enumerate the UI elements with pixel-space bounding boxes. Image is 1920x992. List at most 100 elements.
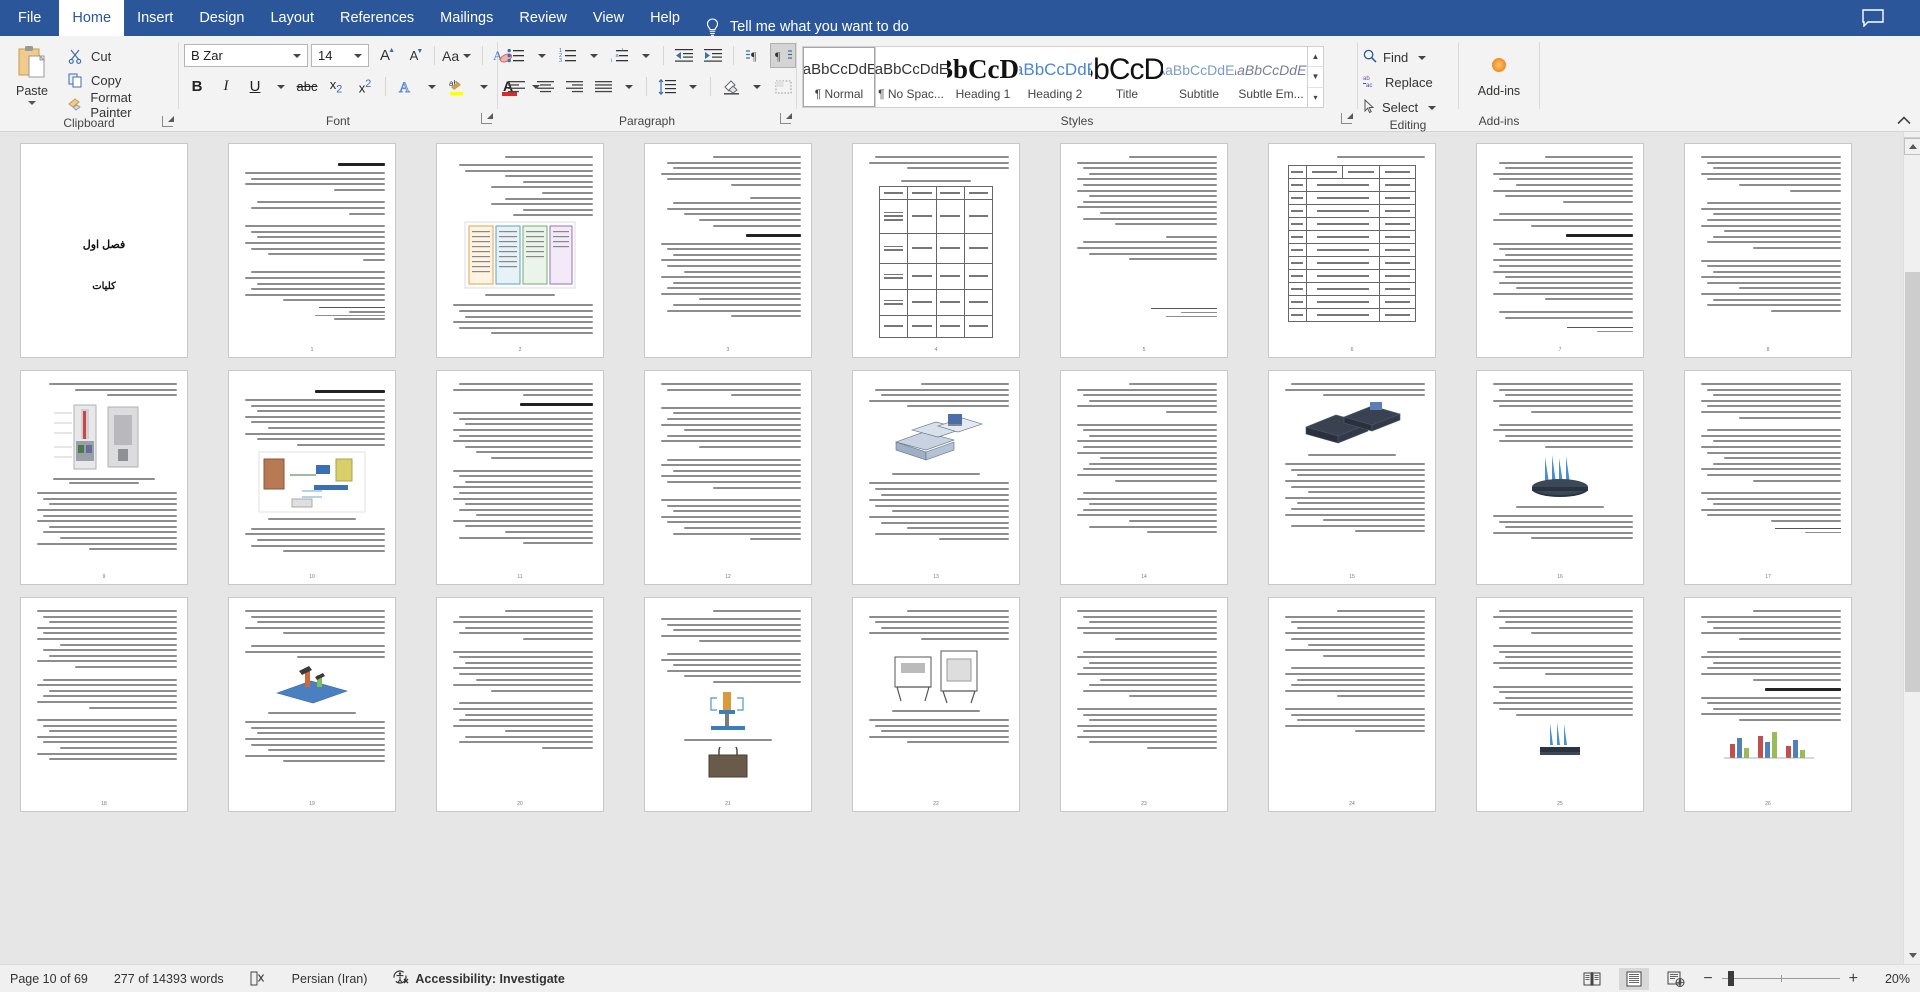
tab-layout[interactable]: Layout [257, 0, 327, 36]
page-thumbnail[interactable]: 4 [852, 143, 1020, 358]
styles-gallery[interactable]: AaBbCcDdEe ¶ Normal AaBbCcDdEe ¶ No Spac… [802, 46, 1324, 108]
right-to-left-icon[interactable]: ¶ [770, 43, 796, 68]
page-thumbnail[interactable]: 3 [644, 143, 812, 358]
vertical-scrollbar[interactable] [1903, 132, 1920, 964]
tab-insert[interactable]: Insert [124, 0, 186, 36]
clipboard-dialog-launcher[interactable] [162, 116, 174, 127]
page-thumbnail[interactable]: فصل اول کلیات [20, 143, 188, 358]
style-item-heading-2[interactable]: AaBbCcDdEe Heading 2 [1019, 47, 1091, 107]
chevron-down-icon[interactable] [354, 53, 362, 58]
proofing-errors-icon[interactable] [250, 971, 266, 986]
style-item-subtitle[interactable]: AaBbCcDdEe Subtitle [1163, 47, 1235, 107]
comment-icon[interactable] [1862, 9, 1884, 28]
justify-chevron-down-icon[interactable] [619, 74, 639, 99]
chevron-down-icon[interactable] [27, 101, 36, 105]
find-chevron-down-icon[interactable] [1418, 55, 1427, 60]
page-thumbnail[interactable]: 9 [20, 370, 188, 585]
font-name-combo[interactable]: B Zar [184, 44, 308, 67]
scroll-up-button[interactable] [1904, 138, 1920, 155]
tab-file[interactable]: File [0, 0, 60, 36]
zoom-slider[interactable]: − + [1703, 970, 1858, 987]
highlight-color-button[interactable]: ab [445, 74, 471, 99]
style-item-normal[interactable]: AaBbCcDdEe ¶ Normal [802, 46, 876, 108]
numbering-chevron-down-icon[interactable] [584, 43, 604, 68]
page-thumbnail[interactable]: 21 [644, 597, 812, 812]
page-thumbnail[interactable]: 11 [436, 370, 604, 585]
style-item-no-spacing[interactable]: AaBbCcDdEe ¶ No Spac... [875, 47, 947, 107]
zoom-thumb[interactable] [1727, 971, 1734, 986]
select-chevron-down-icon[interactable] [1428, 105, 1437, 110]
superscript-button[interactable]: x2 [352, 74, 378, 99]
grow-font-button[interactable]: A ▲ [372, 43, 398, 68]
italic-button[interactable]: I [213, 74, 239, 99]
page-thumbnail[interactable]: 10 [228, 370, 396, 585]
cut-button[interactable]: Cut [67, 47, 173, 66]
text-effects-button[interactable]: A [393, 74, 419, 99]
tab-home[interactable]: Home [59, 0, 125, 36]
line-spacing-chevron-down-icon[interactable] [683, 74, 703, 99]
increase-indent-icon[interactable] [700, 43, 726, 68]
line-spacing-icon[interactable] [654, 74, 680, 99]
chevron-down-icon[interactable] [463, 53, 472, 58]
style-item-heading-1[interactable]: AaBbCcDdEe Heading 1 [947, 47, 1019, 107]
page-thumbnail[interactable]: 19 [228, 597, 396, 812]
left-to-right-icon[interactable]: ¶ [741, 43, 767, 68]
page-thumbnail[interactable]: 20 [436, 597, 604, 812]
styles-dialog-launcher[interactable] [1341, 113, 1353, 124]
decrease-indent-icon[interactable] [671, 43, 697, 68]
borders-icon[interactable] [770, 74, 796, 99]
find-button[interactable]: Find [1363, 47, 1430, 68]
page-thumbnail[interactable]: 13 [852, 370, 1020, 585]
style-item-subtle-emphasis[interactable]: AaBbCcDdEe Subtle Em... [1235, 47, 1307, 107]
gallery-more-icon[interactable]: ▾ [1308, 88, 1323, 107]
shading-chevron-down-icon[interactable] [747, 74, 767, 99]
scrollbar-thumb[interactable] [1905, 272, 1920, 692]
select-button[interactable]: Select [1363, 97, 1440, 118]
zoom-out-button[interactable]: − [1703, 970, 1712, 987]
chevron-up-icon[interactable] [1897, 113, 1911, 128]
style-item-title[interactable]: AaBbCcDdEe Title [1091, 47, 1163, 107]
page-thumbnail[interactable]: 17 [1684, 370, 1852, 585]
zoom-level-label[interactable]: 20% [1870, 972, 1910, 986]
format-painter-button[interactable]: Format Painter [67, 90, 173, 120]
page-thumbnail[interactable]: 12 [644, 370, 812, 585]
tab-review[interactable]: Review [506, 0, 580, 36]
tab-view[interactable]: View [580, 0, 637, 36]
split-window-handle[interactable] [1904, 132, 1920, 138]
tab-mailings[interactable]: Mailings [427, 0, 506, 36]
styles-gallery-nav[interactable]: ▲ ▼ ▾ [1307, 47, 1323, 107]
scroll-down-button[interactable] [1904, 947, 1920, 964]
align-right-icon[interactable] [561, 74, 587, 99]
paragraph-dialog-launcher[interactable] [780, 113, 792, 124]
highlight-chevron-down-icon[interactable] [474, 74, 494, 99]
paste-button[interactable]: Paste [5, 43, 59, 105]
tell-me-box[interactable]: Tell me what you want to do [705, 18, 909, 36]
page-thumbnail[interactable]: 15 [1268, 370, 1436, 585]
bold-button[interactable]: B [184, 74, 210, 99]
page-thumbnail[interactable]: 18 [20, 597, 188, 812]
word-count[interactable]: 277 of 14393 words [114, 972, 224, 986]
chevron-down-icon[interactable] [293, 53, 301, 58]
strikethrough-button[interactable]: abc [294, 74, 320, 99]
language-indicator[interactable]: Persian (Iran) [292, 972, 368, 986]
gallery-scroll-up-icon[interactable]: ▲ [1308, 47, 1323, 68]
page-thumbnail[interactable]: 5 [1060, 143, 1228, 358]
page-thumbnail[interactable]: 1 [228, 143, 396, 358]
tab-design[interactable]: Design [186, 0, 257, 36]
page-thumbnail[interactable]: 14 [1060, 370, 1228, 585]
numbering-icon[interactable]: 123 [555, 43, 581, 68]
page-thumbnail[interactable]: 16 [1476, 370, 1644, 585]
page-thumbnail[interactable]: 22 [852, 597, 1020, 812]
page-thumbnail[interactable]: 23 [1060, 597, 1228, 812]
page-thumbnail[interactable]: 2 [436, 143, 604, 358]
page-thumbnail[interactable]: 6 [1268, 143, 1436, 358]
gallery-scroll-down-icon[interactable]: ▼ [1308, 67, 1323, 88]
shading-icon[interactable] [718, 74, 744, 99]
tab-references[interactable]: References [327, 0, 427, 36]
subscript-button[interactable]: x2 [323, 74, 349, 99]
web-layout-button[interactable] [1661, 968, 1691, 990]
zoom-in-button[interactable]: + [1849, 970, 1858, 987]
print-layout-button[interactable] [1619, 967, 1650, 990]
font-dialog-launcher[interactable] [481, 113, 493, 124]
replace-button[interactable]: ab ac Replace [1363, 72, 1433, 93]
